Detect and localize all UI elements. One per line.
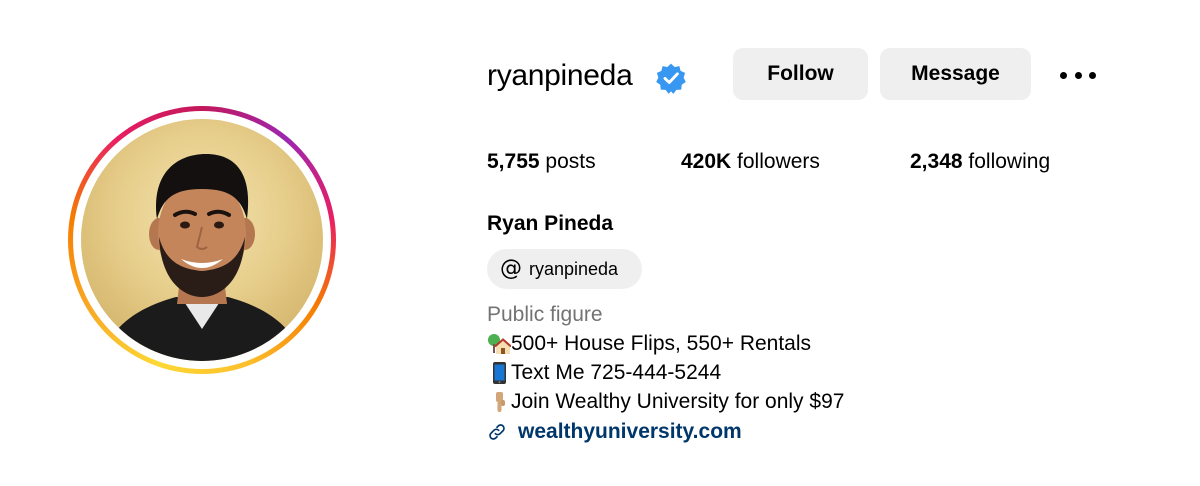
message-button[interactable]: Message [880, 48, 1031, 100]
avatar-illustration [101, 154, 303, 361]
following-count: 2,348 [910, 150, 963, 173]
threads-handle: ryanpineda [529, 258, 619, 279]
house-tree-emoji-icon [488, 334, 511, 354]
mobile-phone-emoji-icon [493, 362, 506, 384]
profile-full-name: Ryan Pineda [487, 212, 614, 235]
posts-count: 5,755 [487, 150, 540, 173]
threads-link-chip[interactable]: @ ryanpineda [487, 249, 642, 289]
more-dot [1089, 71, 1096, 79]
link-icon [489, 424, 505, 440]
avatar[interactable] [81, 119, 323, 361]
story-ring-gap [73, 111, 331, 369]
external-link-text[interactable]: wealthyuniversity.com [518, 418, 742, 446]
external-link[interactable]: wealthyuniversity.com [487, 418, 742, 446]
profile-username: ryanpineda [487, 59, 633, 92]
threads-icon: @ [500, 256, 522, 281]
profile-category: Public figure [487, 303, 603, 326]
followers-count: 420K [681, 150, 732, 173]
bio-line-2-text: Text Me 725-444-5244 [511, 361, 722, 384]
followers-stat[interactable]: 420K followers [681, 148, 820, 176]
bio-line-3-text: Join Wealthy University for only $97 [511, 390, 845, 413]
follow-button[interactable]: Follow [733, 48, 868, 100]
verified-badge-icon [656, 63, 686, 94]
bio-line: Text Me 725-444-5244 [487, 359, 721, 387]
following-label: following [968, 150, 1051, 173]
bio-line: 500+ House Flips, 550+ Rentals [487, 330, 811, 358]
pointing-down-emoji-icon [496, 392, 505, 412]
following-stat[interactable]: 2,348 following [910, 148, 1050, 176]
bio-line: Join Wealthy University for only $97 [487, 388, 844, 416]
more-dot [1074, 71, 1082, 79]
more-dot [1060, 71, 1067, 79]
more-options-icon[interactable] [1058, 62, 1098, 88]
bio-line-1-text: 500+ House Flips, 550+ Rentals [511, 332, 812, 355]
followers-label: followers [737, 150, 820, 173]
posts-label: posts [545, 150, 596, 173]
story-ring[interactable] [68, 106, 336, 374]
posts-stat: 5,755 posts [487, 148, 596, 176]
